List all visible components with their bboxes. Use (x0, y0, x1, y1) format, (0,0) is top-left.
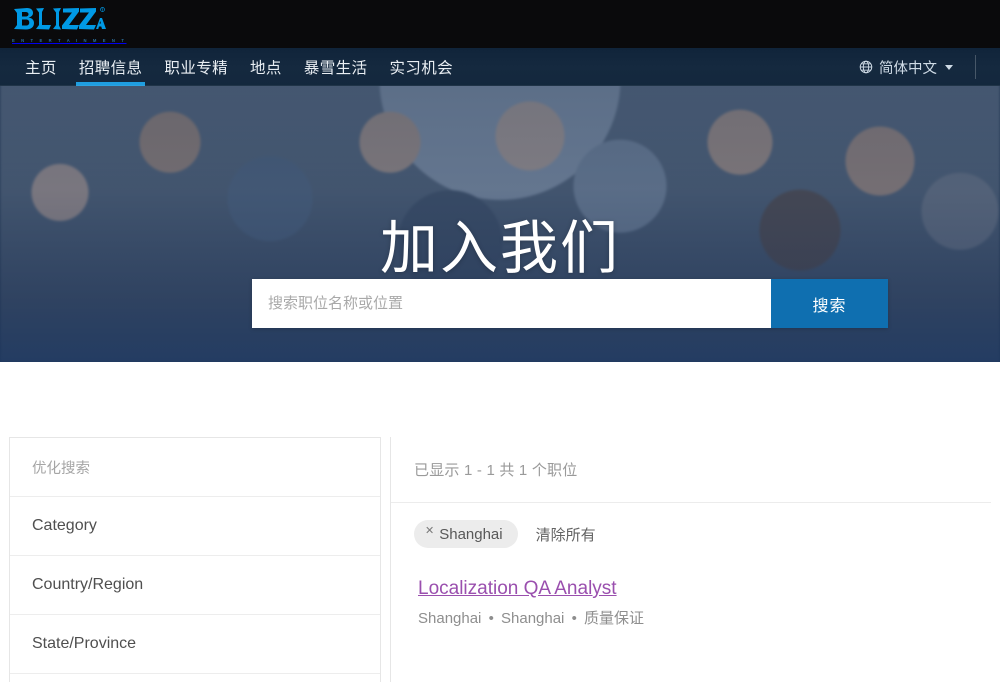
facet-label: State/Province (32, 635, 137, 652)
nav-item-life[interactable]: 暴雪生活 (293, 48, 379, 86)
meta-separator: • (484, 609, 498, 627)
language-label: 简体中文 (879, 60, 937, 77)
search-button[interactable]: 搜索 (771, 279, 888, 328)
nav-item-jobs[interactable]: 招聘信息 (68, 48, 154, 86)
main-navigation: 主页 招聘信息 职业专精 地点 暴雪生活 实习机会 简体中文 (0, 48, 1000, 86)
nav-right: 简体中文 (855, 48, 1000, 86)
hero-search-bar: 搜索 (252, 279, 888, 328)
top-logo-bar: E N T E R T A I N M E N T (0, 0, 1000, 48)
facet-category[interactable]: Category (10, 497, 380, 556)
filter-chip-label: Shanghai (439, 525, 503, 543)
facet-state-province[interactable]: State/Province (10, 615, 380, 674)
facet-label: Country/Region (32, 576, 144, 593)
language-selector[interactable]: 简体中文 (855, 57, 957, 78)
nav-item-label: 实习机会 (389, 60, 454, 77)
nav-item-careers[interactable]: 职业专精 (153, 48, 239, 86)
nav-item-label: 暴雪生活 (303, 60, 368, 77)
globe-icon (859, 60, 873, 74)
job-list-item: Localization QA Analyst Shanghai • Shang… (418, 578, 991, 628)
job-category: 质量保证 (584, 609, 645, 627)
job-region: Shanghai (501, 609, 565, 627)
nav-item-home[interactable]: 主页 (14, 48, 68, 86)
nav-divider (975, 55, 976, 79)
nav-item-locations[interactable]: 地点 (239, 48, 293, 86)
search-input[interactable] (252, 279, 771, 328)
logo-subtitle: E N T E R T A I N M E N T (12, 37, 127, 43)
active-filters: ✕ Shanghai 清除所有 (391, 503, 991, 548)
filter-chip-shanghai[interactable]: ✕ Shanghai (414, 520, 518, 548)
clear-all-button[interactable]: 清除所有 (536, 524, 596, 545)
careers-page: E N T E R T A I N M E N T 加入我们 搜索 主页 招聘信… (0, 0, 1000, 682)
nav-item-label: 主页 (25, 60, 57, 77)
job-city: Shanghai (418, 609, 482, 627)
refine-search-panel: 优化搜索 Category Country/Region State/Provi… (9, 437, 381, 682)
nav-item-internships[interactable]: 实习机会 (378, 48, 464, 86)
job-title-link[interactable]: Localization QA Analyst (418, 578, 617, 599)
page-title: 加入我们 (379, 216, 620, 281)
facet-country-region[interactable]: Country/Region (10, 556, 380, 615)
job-meta: Shanghai • Shanghai • 质量保证 (418, 607, 991, 628)
blizzard-logo[interactable]: E N T E R T A I N M E N T (12, 6, 126, 43)
job-list: Localization QA Analyst Shanghai • Shang… (391, 548, 991, 628)
nav-items: 主页 招聘信息 职业专精 地点 暴雪生活 实习机会 (14, 48, 464, 86)
results-count: 已显示 1 - 1 共 1 个职位 (414, 462, 578, 479)
blizzard-wordmark-icon (14, 6, 106, 29)
close-icon[interactable]: ✕ (425, 525, 434, 537)
nav-item-label: 地点 (250, 60, 282, 77)
results-panel: 已显示 1 - 1 共 1 个职位 ✕ Shanghai 清除所有 Locali… (390, 437, 991, 682)
facet-label: Category (32, 517, 97, 534)
nav-item-label: 职业专精 (164, 60, 229, 77)
refine-search-header: 优化搜索 (10, 438, 380, 497)
nav-item-label: 招聘信息 (78, 60, 143, 77)
chevron-down-icon (945, 64, 953, 70)
content-area: 优化搜索 Category Country/Region State/Provi… (0, 362, 1000, 682)
hero-banner: 加入我们 搜索 (0, 48, 1000, 362)
facet-next-partial[interactable] (10, 674, 380, 682)
meta-separator: • (567, 609, 581, 627)
